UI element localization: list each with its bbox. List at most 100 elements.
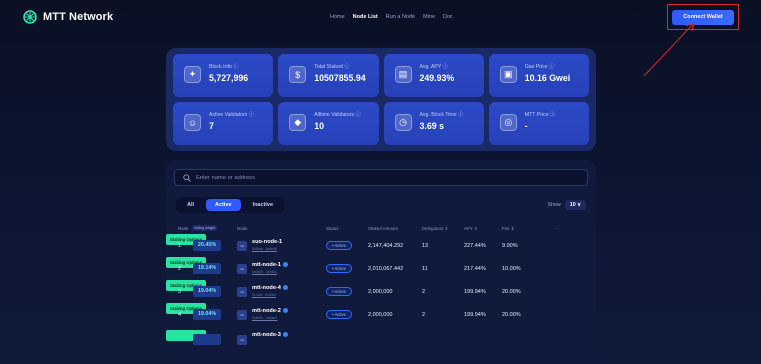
node-address[interactable]: 0x0d2b...3e46c1 xyxy=(252,270,277,274)
cube-icon: ✦ xyxy=(184,66,201,83)
stat-value: 249.93% xyxy=(419,73,455,83)
tab-inactive[interactable]: Inactive xyxy=(244,199,282,211)
stat-label: MTT Price ⓘ xyxy=(524,112,556,118)
logo-icon xyxy=(23,10,37,24)
apy-value: 199.94% xyxy=(464,289,486,295)
verified-icon xyxy=(283,262,288,267)
annotation-arrow xyxy=(643,22,695,77)
stat-value: 10507855.94 xyxy=(314,73,366,83)
col-apy[interactable]: APY ⇕ xyxy=(464,226,478,232)
node-address[interactable]: 0x3b4c...5a4c9b xyxy=(252,247,277,251)
stat-value: - xyxy=(524,121,528,131)
staked-amount: 2,147,404.292 xyxy=(368,243,404,249)
verified-icon xyxy=(283,332,288,337)
stat-label: Active Validators ⓘ xyxy=(209,112,254,118)
node-name[interactable]: mtt-node-2 xyxy=(252,308,281,314)
node-name[interactable]: mtt-node-3 xyxy=(252,332,281,338)
staked-amount: 2,010,067.442 xyxy=(368,266,404,272)
stat-block-info: ✦ Block Info ⓘ 5,727,996 xyxy=(173,54,274,97)
stat-value: 10.16 Gwei xyxy=(524,73,571,83)
col-node: Node xyxy=(237,226,248,231)
nav-mine[interactable]: Mine xyxy=(423,14,435,20)
stat-label: Block Info ⓘ xyxy=(209,64,239,70)
nav-run-a-node[interactable]: Run a Node xyxy=(386,14,415,20)
table-row: 2 19.14% mtt mtt-node-1 0x0d2b...3e46c1 … xyxy=(166,257,596,281)
gas-icon: ▣ xyxy=(499,66,517,83)
stat-label: Alltime Validators ⓘ xyxy=(314,112,361,118)
voting-power-badge: 19.04% xyxy=(193,286,221,297)
verified-icon xyxy=(283,308,288,313)
clock-icon: ◷ xyxy=(394,114,412,131)
row-rank: 3 xyxy=(178,289,182,295)
node-name[interactable]: suo-node-1 xyxy=(252,239,282,245)
col-action: - xyxy=(556,226,558,231)
fee-value: 20.00% xyxy=(502,312,521,318)
main-nav: Home Node List Run a Node Mine Doc xyxy=(330,14,453,20)
stat-value: 10 xyxy=(314,121,325,131)
stat-value: 5,727,996 xyxy=(209,73,249,83)
col-status: Status xyxy=(326,226,339,231)
row-rank: 2 xyxy=(178,266,182,272)
node-name[interactable]: mtt-node-1 xyxy=(252,262,281,268)
staked-amount: 2,000,000 xyxy=(368,289,393,295)
price-icon: ◎ xyxy=(499,114,517,131)
diamond-icon: ◆ xyxy=(289,114,307,131)
tab-all[interactable]: All xyxy=(178,199,203,211)
node-avatar: mtt xyxy=(237,335,247,345)
search-bar[interactable] xyxy=(174,169,588,186)
node-address[interactable]: 0x7a2f...9c30e2 xyxy=(252,293,276,297)
stat-mtt-price: ◎ MTT Price ⓘ - xyxy=(488,102,589,145)
apy-value: 227.44% xyxy=(464,243,486,249)
coin-icon: $ xyxy=(289,66,307,83)
delegator-count: 2 xyxy=(422,312,426,318)
stat-active-validators: ☺ Active Validators ⓘ 7 xyxy=(173,102,274,145)
stat-avg-block-time: ◷ Avg. Block Time ⓘ 3.69 s xyxy=(383,102,484,145)
tab-active[interactable]: Active xyxy=(206,199,241,211)
status-badge: • Active xyxy=(326,241,352,250)
stat-value: 7 xyxy=(209,121,214,131)
stat-avg-apy: ▤ Avg. APY ⓘ 249.93% xyxy=(383,54,484,97)
voting-power-badge: 20.45% xyxy=(193,240,221,251)
stat-label: Gas Price ⓘ xyxy=(524,64,555,70)
stat-value: 3.69 s xyxy=(419,121,444,131)
table-row: 4 19.04% mtt mtt-node-2 0x5e81...2d4aa7 … xyxy=(166,303,596,327)
voting-power-badge: 19.04% xyxy=(193,309,221,320)
delegator-count: 13 xyxy=(422,243,429,249)
node-avatar: mtt xyxy=(237,241,247,251)
status-badge: • Active xyxy=(326,310,352,319)
search-input[interactable] xyxy=(196,174,576,181)
node-address[interactable]: 0x5e81...2d4aa7 xyxy=(252,316,277,320)
status-tabs: All Active Inactive xyxy=(176,197,285,213)
delegator-count: 11 xyxy=(422,266,428,272)
stats-panel: ✦ Block Info ⓘ 5,727,996 $ Total Staked … xyxy=(166,48,596,151)
col-fee[interactable]: Fee ⇕ xyxy=(502,226,514,232)
node-table-panel: All Active Inactive Show 10 ∨ Rank Votin… xyxy=(166,160,596,364)
col-staked: Staked Amount xyxy=(368,226,398,231)
col-delegators[interactable]: Delegators ⇕ xyxy=(422,226,448,232)
nav-node-list[interactable]: Node List xyxy=(353,14,378,20)
stat-label: Total Staked ⓘ xyxy=(314,64,350,70)
show-label: Show xyxy=(547,202,561,208)
user-icon: ☺ xyxy=(184,114,201,131)
status-badge: • Active xyxy=(326,287,352,296)
node-name[interactable]: mtt-node-4 xyxy=(252,285,281,291)
apy-value: 199.94% xyxy=(464,312,486,318)
nav-doc[interactable]: Doc xyxy=(443,14,453,20)
staked-amount: 2,000,000 xyxy=(368,312,393,318)
table-row: mtt mtt-node-3 xyxy=(166,330,596,354)
apy-value: 217.44% xyxy=(464,266,486,272)
row-rank: 1 xyxy=(178,243,182,249)
table-header: Rank Voting weight Node Status Staked Am… xyxy=(166,223,596,233)
page-size: Show 10 ∨ xyxy=(547,200,586,210)
search-icon xyxy=(183,173,191,182)
page-size-select[interactable]: 10 ∨ xyxy=(564,200,586,210)
status-badge: • Active xyxy=(326,264,352,273)
nav-home[interactable]: Home xyxy=(330,14,345,20)
node-avatar: mtt xyxy=(237,310,247,320)
stat-total-staked: $ Total Staked ⓘ 10507855.94 xyxy=(278,54,379,97)
fee-value: 9.00% xyxy=(502,243,518,249)
voting-power-badge: 19.14% xyxy=(193,263,221,274)
voting-power-badge xyxy=(193,334,221,345)
stat-label: Avg. APY ⓘ xyxy=(419,64,448,70)
brand[interactable]: MTT Network xyxy=(23,10,113,24)
